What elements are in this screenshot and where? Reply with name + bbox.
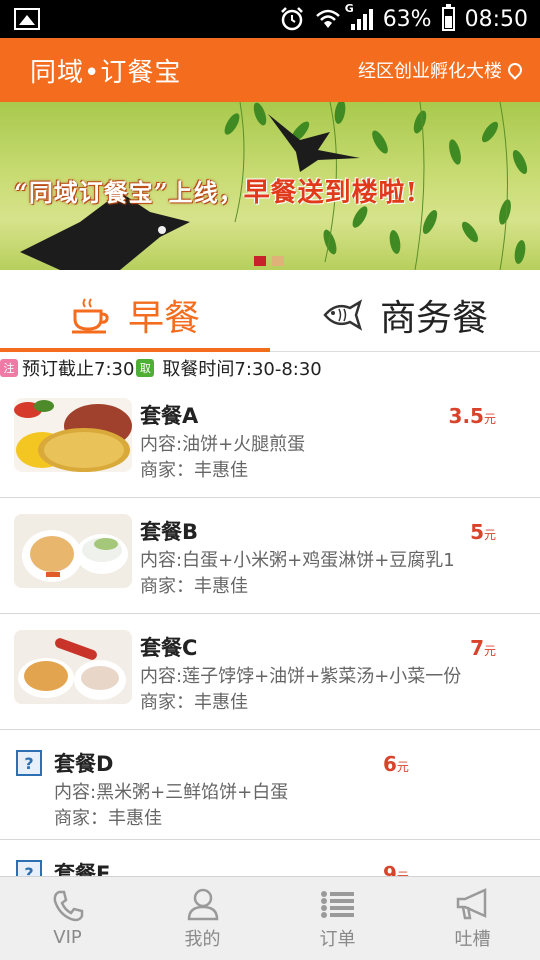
wifi-icon [315,9,340,28]
meal-name: 套餐A [140,404,199,428]
menu-item[interactable]: ? 套餐E 9元 [0,840,540,876]
menu-list: 套餐A 内容:油饼+火腿煎蛋 商家：丰惠佳 3.5元 套餐B 内容:白蛋+小米粥… [0,382,540,876]
nav-feedback-label: 吐槽 [454,928,491,950]
nav-vip-label: VIP [53,927,82,948]
pager-dot-active[interactable] [254,256,266,266]
fish-icon [323,298,362,331]
status-bar: G 63% 08:50 [0,0,540,38]
meal-name: 套餐C [140,636,198,660]
meal-name: 套餐E [54,862,111,876]
meal-tabs: 早餐 商务餐 [0,278,540,352]
meal-b-photo [14,514,132,588]
tab-business-meal-label: 商务餐 [379,297,488,339]
pager-dot[interactable] [272,256,284,266]
meal-name: 套餐B [140,520,199,544]
meal-price: 9元 [383,862,409,876]
location-pin-icon [505,60,525,80]
signal-icon: G [345,2,373,30]
meal-price: 7元 [470,636,496,660]
pickup-tag: 取 [136,359,155,377]
promo-banner[interactable]: “同域订餐宝”上线，早餐送到楼啦! [0,102,540,270]
battery-icon [441,4,455,31]
nav-vip[interactable]: VIP [0,877,135,960]
coffee-cup-icon [71,297,109,333]
tab-breakfast-label: 早餐 [127,297,200,339]
meal-price: 6元 [383,752,409,776]
nav-feedback[interactable]: 吐槽 [405,877,540,960]
clock: 08:50 [464,6,528,32]
meal-content: 内容:油饼+火腿煎蛋 [140,434,306,455]
alarm-icon [280,7,303,31]
meal-merchant: 商家：丰惠佳 [140,460,248,481]
image-placeholder-icon: ? [16,750,42,776]
nav-orders-label: 订单 [319,928,356,950]
user-icon [187,888,218,920]
location-label: 经区创业孵化大楼 [358,61,502,82]
phone-icon [53,890,83,922]
nav-profile[interactable]: 我的 [135,877,270,960]
tab-business-meal[interactable]: 商务餐 [270,278,540,351]
banner-text: “同域订餐宝”上线，早餐送到楼啦! [14,178,419,208]
image-icon [14,8,40,30]
meal-content: 内容:白蛋+小米粥+鸡蛋淋饼+豆腐乳1 [140,550,455,571]
tab-breakfast[interactable]: 早餐 [0,278,270,352]
meal-merchant: 商家：丰惠佳 [140,692,248,713]
app-header: 同域•订餐宝 经区创业孵化大楼 [0,38,540,102]
battery-percent: 63% [382,6,432,32]
meal-content: 内容:黑米粥+三鲜馅饼+白蛋 [54,782,289,803]
bottom-nav: VIP 我的 订单 吐槽 [0,876,540,960]
list-icon [320,890,354,918]
meal-c-photo [14,630,132,704]
meal-merchant: 商家：丰惠佳 [54,808,162,829]
app-title: 同域•订餐宝 [30,57,182,88]
meal-merchant: 商家：丰惠佳 [140,576,248,597]
meal-a-photo [14,398,132,472]
menu-item[interactable]: 套餐B 内容:白蛋+小米粥+鸡蛋淋饼+豆腐乳1 商家：丰惠佳 5元 [0,498,540,614]
order-deadline: 预订截止7:30 [22,359,135,380]
menu-item[interactable]: 套餐A 内容:油饼+火腿煎蛋 商家：丰惠佳 3.5元 [0,382,540,498]
order-notice: 注 预订截止7:30 取 取餐时间7:30-8:30 [0,356,540,380]
menu-item[interactable]: ? 套餐D 内容:黑米粥+三鲜馅饼+白蛋 商家：丰惠佳 6元 [0,730,540,840]
meal-price: 5元 [470,520,496,544]
megaphone-icon [456,887,486,919]
banner-pager [254,256,284,266]
deadline-tag: 注 [0,359,18,377]
pickup-time: 取餐时间7:30-8:30 [162,359,322,380]
meal-name: 套餐D [54,752,114,776]
meal-content: 内容:莲子饽饽+油饼+紫菜汤+小菜一份 [140,666,462,687]
menu-item[interactable]: 套餐C 内容:莲子饽饽+油饼+紫菜汤+小菜一份 商家：丰惠佳 7元 [0,614,540,730]
nav-orders[interactable]: 订单 [270,877,405,960]
meal-price: 3.5元 [448,404,496,428]
nav-profile-label: 我的 [184,928,221,950]
location-selector[interactable]: 经区创业孵化大楼 [358,57,525,83]
image-placeholder-icon: ? [16,860,42,876]
